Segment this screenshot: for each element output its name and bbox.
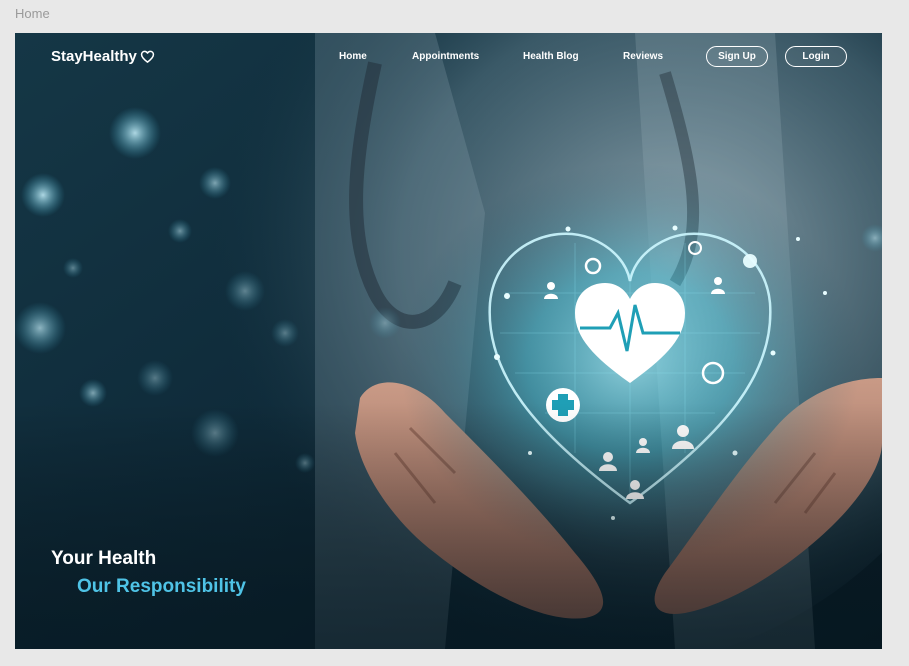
login-button[interactable]: Login — [785, 46, 847, 67]
hero-tagline-secondary: Our Responsibility — [77, 576, 246, 597]
brand-name: StayHealthy — [51, 48, 137, 65]
nav-link-health-blog[interactable]: Health Blog — [523, 51, 579, 62]
nav-link-home[interactable]: Home — [339, 51, 367, 62]
brand-logo[interactable]: StayHealthy — [51, 48, 155, 65]
nav-link-reviews[interactable]: Reviews — [623, 51, 663, 62]
frame-label: Home — [15, 6, 50, 21]
nav-link-appointments[interactable]: Appointments — [412, 51, 479, 62]
heart-outline-icon — [140, 50, 155, 63]
landing-page: StayHealthy Home Appointments Health Blo… — [15, 33, 882, 649]
hero-tagline-primary: Your Health — [51, 548, 157, 569]
navbar: StayHealthy Home Appointments Health Blo… — [15, 33, 882, 83]
sign-up-button[interactable]: Sign Up — [706, 46, 768, 67]
